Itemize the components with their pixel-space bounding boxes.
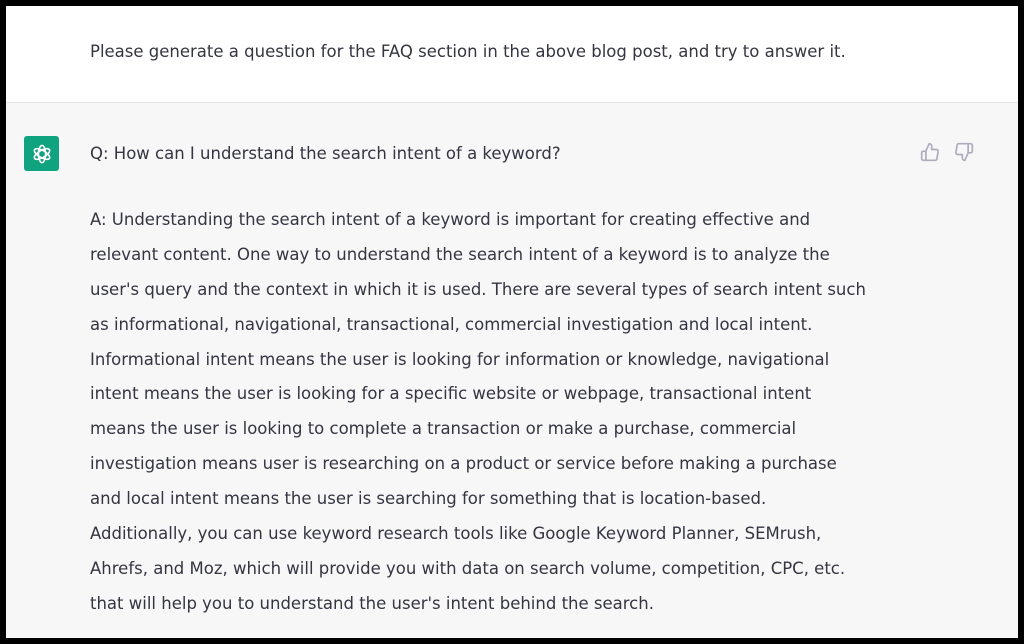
user-message-text: Please generate a question for the FAQ s… <box>90 42 846 61</box>
thumbs-down-icon <box>955 142 974 162</box>
assistant-question: Q: How can I understand the search inten… <box>90 144 561 163</box>
answer-line: relevant content. One way to understand … <box>90 244 830 264</box>
answer-line: Additionally, you can use keyword resear… <box>90 524 822 544</box>
user-message-row: Please generate a question for the FAQ s… <box>6 6 1018 103</box>
assistant-answer: A: Understanding the search intent of a … <box>90 203 920 622</box>
answer-line: Informational intent means the user is l… <box>90 349 830 369</box>
thumbs-up-button[interactable] <box>919 141 941 163</box>
answer-line: investigation means user is researching … <box>90 454 837 474</box>
answer-line: A: Understanding the search intent of a … <box>90 210 811 229</box>
screenshot-frame: Please generate a question for the FAQ s… <box>0 0 1024 644</box>
openai-logo-icon <box>33 144 50 163</box>
answer-line: that will help you to understand the use… <box>90 593 654 613</box>
answer-line: means the user is looking to complete a … <box>90 419 797 439</box>
answer-line: intent means the user is looking for a s… <box>90 384 812 404</box>
answer-line: Ahrefs, and Moz, which will provide you … <box>90 558 846 578</box>
answer-line: as informational, navigational, transact… <box>90 314 813 334</box>
thumbs-down-button[interactable] <box>953 141 975 163</box>
assistant-avatar <box>24 136 59 171</box>
answer-line: user's query and the context in which it… <box>90 279 866 299</box>
thumbs-up-icon <box>920 142 939 162</box>
answer-line: and local intent means the user is searc… <box>90 489 767 509</box>
assistant-message-row: Q: How can I understand the search inten… <box>6 103 1018 638</box>
